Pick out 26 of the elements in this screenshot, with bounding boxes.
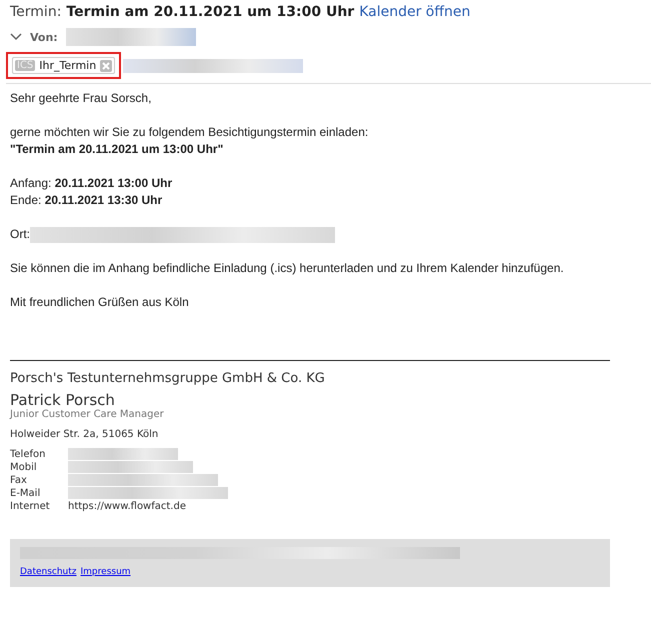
company-name: Porsch's Testunternehmsgruppe GmbH & Co. KG bbox=[10, 371, 326, 386]
contact-value: https://www.flowfact.de bbox=[68, 500, 187, 513]
appointment-title: "Termin am 20.11.2021 um 13:00 Uhr" bbox=[10, 141, 224, 158]
footer-link[interactable]: Datenschutz bbox=[20, 567, 77, 577]
footer-link[interactable]: Impressum bbox=[80, 567, 131, 577]
open-calendar-link[interactable]: Kalender öffnen bbox=[359, 4, 470, 20]
chevron-icon[interactable] bbox=[10, 33, 22, 41]
job-title: Junior Customer Care Manager bbox=[10, 409, 165, 420]
contact-label: Telefon bbox=[10, 448, 46, 461]
place-label: Ort: bbox=[10, 226, 30, 243]
note-text: Sie können die im Anhang befindliche Einladung (.ics) herunterladen und zu Ihrem Kalender hinzufügen. bbox=[10, 260, 565, 277]
greeting-text: Sehr geehrte Frau Sorsch, bbox=[10, 90, 152, 107]
closing-text: Mit freundlichen Grüßen aus Köln bbox=[10, 294, 190, 311]
person-name: Patrick Porsch bbox=[10, 392, 116, 409]
end-text: Ende: 20.11.2021 13:30 Uhr bbox=[10, 192, 164, 209]
intro-text: gerne möchten wir Sie zu folgendem Besichtigungstermin einladen: bbox=[10, 124, 370, 141]
contact-label: Internet bbox=[10, 500, 51, 513]
contact-label: Mobil bbox=[10, 461, 38, 474]
close-icon bbox=[100, 60, 112, 72]
address-text: Holweider Str. 2a, 51065 Köln bbox=[10, 429, 160, 440]
contact-label: E-Mail bbox=[10, 487, 42, 500]
start-text: Anfang: 20.11.2021 13:00 Uhr bbox=[10, 175, 174, 192]
subject-label: Termin: bbox=[10, 4, 62, 20]
contact-label: Fax bbox=[10, 474, 28, 487]
from-label: Von: bbox=[30, 30, 58, 44]
subject-text: Termin am 20.11.2021 um 13:00 Uhr bbox=[66, 4, 354, 20]
